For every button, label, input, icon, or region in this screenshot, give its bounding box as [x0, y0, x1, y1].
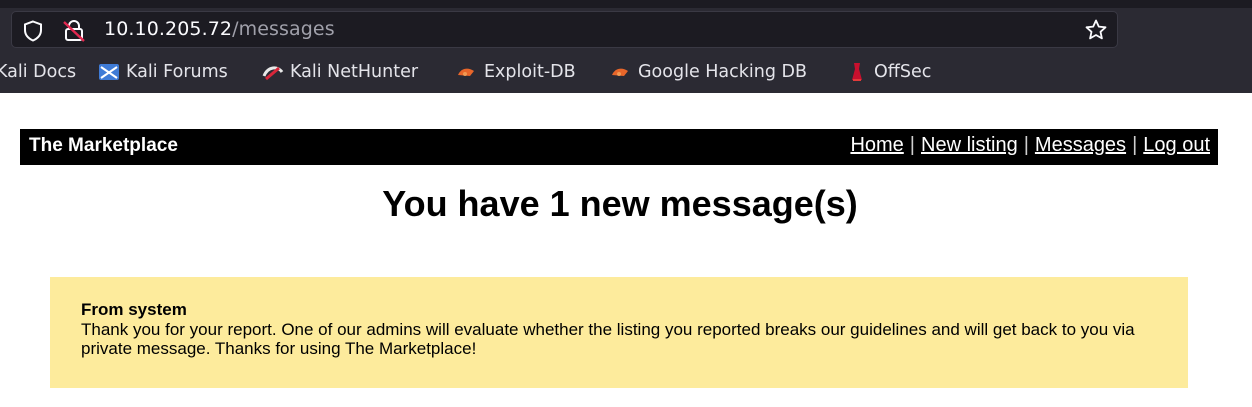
- browser-chrome: 10.10.205.72/messages Kali Docs Kali For…: [0, 0, 1252, 93]
- message-body: Thank you for your report. One of our ad…: [81, 320, 1135, 358]
- nav-logout-link[interactable]: Log out: [1143, 134, 1210, 156]
- tab-strip: [0, 0, 1252, 8]
- bookmark-google-hacking-db[interactable]: Google Hacking DB: [610, 62, 807, 82]
- bookmark-label: Kali NetHunter: [290, 62, 419, 82]
- bookmark-offsec[interactable]: OffSec: [846, 62, 931, 82]
- nav-home-link[interactable]: Home: [850, 134, 903, 156]
- bookmark-label: Kali Docs: [0, 62, 77, 82]
- bookmark-kali-forums[interactable]: Kali Forums: [98, 62, 228, 82]
- bookmarks-toolbar: Kali Docs Kali Forums Kali NetHunter Exp…: [0, 58, 1252, 88]
- bookmark-exploit-db[interactable]: Exploit-DB: [456, 62, 576, 82]
- nav-separator: |: [909, 134, 915, 156]
- site-navbar: The Marketplace Home | New listing | Message…: [20, 129, 1218, 165]
- insecure-lock-icon[interactable]: [63, 19, 85, 43]
- bookmark-kali-docs[interactable]: Kali Docs: [0, 62, 76, 82]
- kali-nethunter-icon: [262, 66, 284, 81]
- nav-messages-link[interactable]: Messages: [1035, 134, 1126, 156]
- url-path: /messages: [232, 18, 335, 40]
- ghdb-icon: [612, 68, 628, 76]
- bookmark-kali-nethunter[interactable]: Kali NetHunter: [262, 62, 418, 82]
- kali-forums-icon: [99, 64, 119, 80]
- nav-separator: |: [1023, 134, 1029, 156]
- nav-new-listing-link[interactable]: New listing: [921, 134, 1018, 156]
- url-host: 10.10.205.72: [104, 18, 233, 40]
- message-sender: From system: [81, 300, 187, 319]
- exploit-db-icon: [458, 68, 474, 76]
- bookmark-label: OffSec: [874, 62, 932, 82]
- offsec-icon: [852, 63, 862, 81]
- bookmark-star-icon[interactable]: [1084, 18, 1108, 42]
- shield-icon[interactable]: [23, 20, 43, 42]
- url-text[interactable]: 10.10.205.72/messages: [104, 18, 335, 40]
- bookmark-label: Exploit-DB: [484, 62, 576, 82]
- nav-links: Home | New listing | Messages | Log out: [850, 134, 1210, 157]
- nav-separator: |: [1132, 134, 1138, 156]
- bookmark-label: Kali Forums: [126, 62, 228, 82]
- site-brand: The Marketplace: [29, 135, 178, 156]
- bookmark-label: Google Hacking DB: [638, 62, 808, 82]
- message-card: From system Thank you for your report. O…: [50, 277, 1188, 388]
- page-heading: You have 1 new message(s): [382, 183, 858, 224]
